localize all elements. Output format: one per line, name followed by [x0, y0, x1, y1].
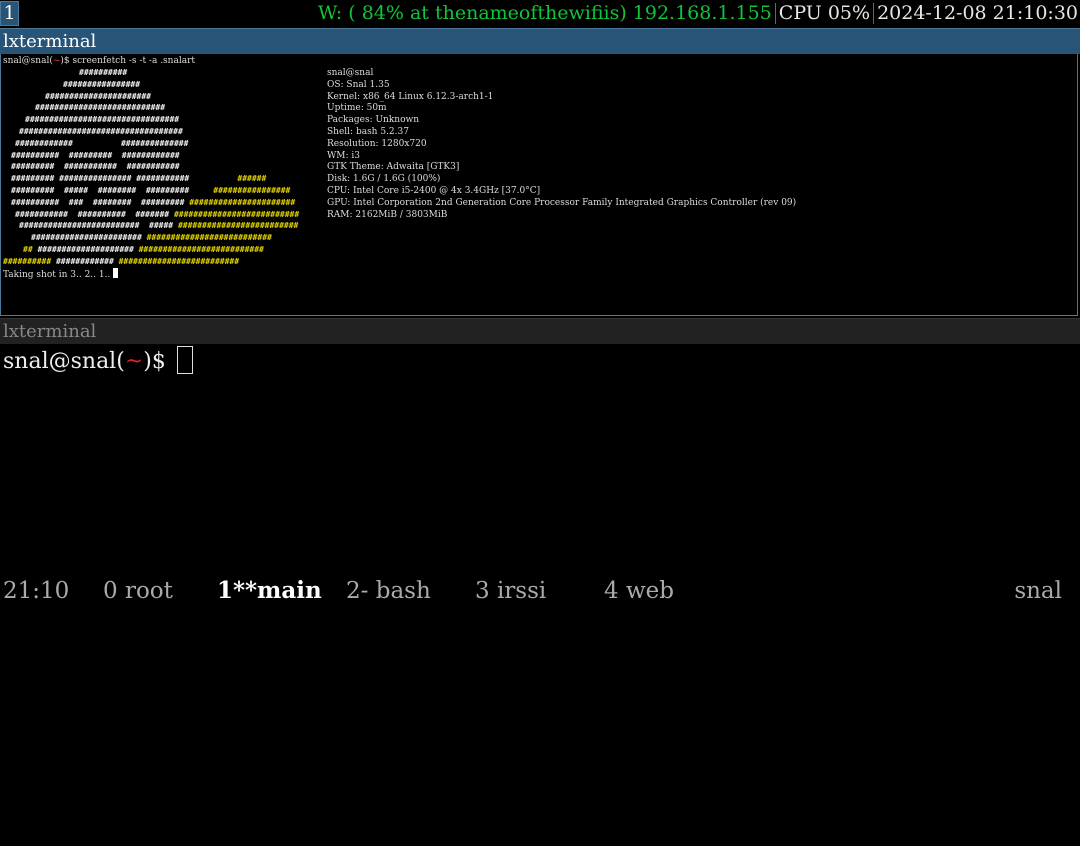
ascii-segment: ####################### [31, 233, 142, 243]
ascii-line: ########## ######### ############ [3, 150, 299, 162]
ascii-segment: ################################## [19, 126, 183, 136]
status-separator [873, 3, 875, 24]
window-title-focused[interactable]: lxterminal [0, 28, 1080, 54]
ascii-segment: ########################## [141, 233, 272, 243]
ascii-segment: ## [23, 244, 33, 254]
prompt-user: snal@snal( [3, 349, 125, 374]
ascii-segment: ############ ############## [15, 138, 189, 148]
ascii-segment: #################### [32, 244, 134, 254]
countdown-text: Taking shot in 3.. 2.. 1.. [3, 270, 114, 280]
countdown-line: Taking shot in 3.. 2.. 1.. [3, 268, 119, 282]
cpu-status: CPU 05% [778, 2, 871, 24]
ascii-segment: ########## [79, 68, 128, 77]
ascii-line: ########################### [3, 102, 299, 114]
ascii-segment: ######### ############### ########### [11, 174, 190, 184]
ascii-segment: ################ [189, 185, 291, 195]
ascii-segment: ######################### ##### [19, 221, 174, 231]
command-text: screenfetch -s -t -a .snalart [72, 56, 196, 66]
ascii-segment: ########## [3, 256, 52, 266]
terminal-cursor [113, 268, 119, 278]
ascii-segment: ########################## [133, 244, 264, 254]
ascii-segment: ########################## [169, 209, 300, 219]
ascii-line: ######### ##### ######## ######### #####… [3, 185, 299, 197]
ascii-segment: ########################### [35, 103, 166, 113]
terminal-window-top[interactable]: snal@snal(~)$ screenfetch -s -t -a .snal… [0, 54, 1078, 316]
ascii-line: ####################### ################… [3, 232, 299, 244]
ascii-line: ################################ [3, 114, 299, 126]
ascii-segment: ########### ########## ####### [15, 209, 170, 219]
datetime-status: 2024-12-08 21:10:30 [877, 2, 1078, 24]
ascii-line: ########## ### ######## ######### ######… [3, 197, 299, 209]
ascii-logo: ########## ################ ##############… [3, 67, 299, 268]
info-line: Shell: bash 5.2.37 [327, 126, 409, 137]
i3-status-bar: 1 W: ( 84% at thenameofthewifiis) 192.16… [0, 0, 1080, 27]
ascii-line: ########### ########## ####### #########… [3, 209, 299, 221]
ascii-segment: ######################### [118, 256, 240, 266]
ascii-line: ################ [3, 79, 299, 91]
info-line: snal@snal [327, 68, 374, 78]
status-separator [774, 3, 776, 24]
info-line: Packages: Unknown [327, 115, 420, 126]
ascii-segment: ################################ [25, 115, 180, 125]
window-title-unfocused[interactable]: lxterminal [0, 318, 1080, 344]
ascii-line: ############ ############## [3, 138, 299, 150]
info-line: Disk: 1.6G / 1.6G (100%) [327, 174, 441, 185]
ascii-segment: ######################### [173, 221, 299, 231]
ascii-line: ######### ############### ########### ##… [3, 173, 299, 185]
ascii-line: ########## ############ ################… [3, 256, 299, 268]
tmux-window-4[interactable]: 4 web [604, 574, 674, 608]
ascii-line: ########## [3, 67, 299, 79]
ascii-segment: ############ [51, 256, 119, 266]
ascii-segment: ########## ### ######## ######### [11, 197, 185, 207]
prompt-end: )$ [60, 56, 73, 66]
ascii-segment: ######### ##### ######## ######### [11, 185, 190, 195]
ascii-line: ######### ########### ########### [3, 161, 299, 173]
ascii-segment: ######### ########### ########### [11, 162, 180, 172]
info-line: GPU: Intel Corporation 2nd Generation Co… [327, 197, 797, 208]
tmux-window-1[interactable]: 1**main [217, 574, 322, 608]
ascii-segment: ########## ######### ############ [11, 150, 180, 160]
tmux-session-name: snal [1014, 578, 1062, 604]
ascii-segment: ################ [63, 79, 141, 89]
ascii-line: ## #################### ################… [3, 244, 299, 256]
ascii-line: ######################### ##### ########… [3, 220, 299, 232]
ascii-segment: ###################### [45, 91, 151, 101]
terminal-window-bottom[interactable]: snal@snal(~)$ [0, 344, 1080, 574]
info-line: OS: Snal 1.35 [327, 79, 390, 90]
prompt-dir: ~ [124, 349, 144, 374]
wifi-status: W: ( 84% at thenameofthewifiis) 192.168.… [317, 2, 772, 24]
ascii-line: ################################## [3, 126, 299, 138]
info-line: CPU: Intel Core i5-2400 @ 4x 3.4GHz [37.… [327, 185, 541, 196]
ascii-segment: ###### [189, 174, 267, 184]
info-line: Uptime: 50m [327, 103, 387, 114]
tmux-window-3[interactable]: 3 irssi [475, 574, 546, 608]
status-blocks: W: ( 84% at thenameofthewifiis) 192.168.… [316, 0, 1080, 27]
tmux-clock: 21:10 [3, 578, 70, 604]
info-line: Resolution: 1280x720 [327, 138, 427, 149]
ascii-line: ###################### [3, 91, 299, 103]
shell-prompt: snal@snal(~)$ [3, 346, 193, 378]
system-info: snal@snal OS: Snal 1.35 Kernel: x86_64 Lin… [327, 68, 796, 221]
ascii-segment: ###################### [184, 197, 296, 207]
prompt-user: snal@snal( [3, 56, 53, 66]
workspace-button-1[interactable]: 1 [0, 1, 19, 26]
info-line: Kernel: x86_64 Linux 6.12.3-arch1-1 [327, 91, 494, 102]
info-line: RAM: 2162MiB / 3803MiB [327, 209, 448, 220]
tmux-status-bar: 21:10 0 root 1**main 2- bash 3 irssi 4 w… [0, 574, 1080, 608]
terminal-cursor [176, 346, 193, 374]
info-line: WM: i3 [327, 150, 360, 161]
tmux-window-0[interactable]: 0 root [103, 574, 173, 608]
tmux-window-2[interactable]: 2- bash [346, 574, 431, 608]
info-line: GTK Theme: Adwaita [GTK3] [327, 162, 460, 173]
prompt-end: )$ [143, 349, 173, 374]
